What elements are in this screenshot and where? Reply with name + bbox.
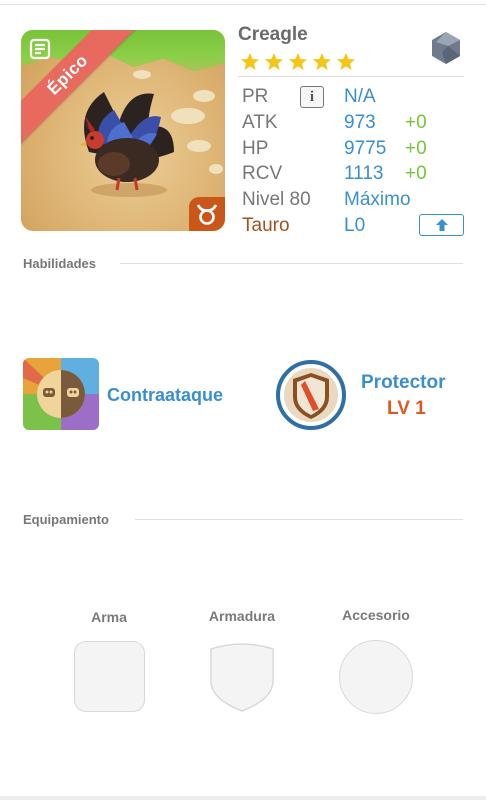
bottom-divider — [0, 796, 486, 800]
atk-bonus: +0 — [405, 112, 427, 133]
background-stone — [133, 70, 151, 79]
star-icon — [265, 53, 283, 70]
weapon-label: Arma — [91, 609, 127, 625]
background-stone — [187, 140, 211, 152]
star-icon — [337, 53, 355, 70]
hp-bonus: +0 — [405, 138, 427, 159]
hp-value: 9775 — [344, 138, 387, 159]
star-icon — [313, 53, 331, 70]
hp-label: HP — [242, 138, 269, 159]
armor-slot[interactable] — [207, 641, 277, 713]
top-divider — [0, 4, 486, 5]
rcv-value: 1113 — [344, 163, 384, 184]
background-stone — [193, 90, 215, 102]
character-portrait[interactable]: Épico — [21, 30, 225, 231]
rcv-bonus: +0 — [405, 163, 427, 184]
zodiac-value: L0 — [344, 215, 366, 236]
pr-value: N/A — [344, 86, 376, 107]
star-icon — [289, 53, 307, 70]
upgrade-button[interactable] — [419, 214, 464, 236]
pr-label: PR — [242, 86, 269, 107]
leader-skill-level: LV 1 — [387, 398, 426, 419]
equipment-divider — [135, 519, 463, 520]
active-skill-name[interactable]: Contraataque — [107, 385, 223, 406]
atk-label: ATK — [242, 112, 278, 133]
armor-label: Armadura — [208, 608, 276, 624]
level-label: Nivel 80 — [242, 189, 311, 210]
accessory-slot[interactable] — [339, 640, 413, 714]
leader-skill-icon[interactable] — [275, 359, 347, 431]
leader-skill-name[interactable]: Protector — [361, 372, 445, 394]
equipment-section-title: Equipamiento — [23, 512, 109, 527]
weapon-slot[interactable] — [74, 641, 145, 712]
document-icon[interactable] — [28, 37, 52, 61]
character-name: Creagle — [238, 24, 308, 45]
star-icon — [241, 53, 259, 70]
level-value: Máximo — [344, 189, 411, 210]
rcv-label: RCV — [242, 163, 283, 184]
skills-section-title: Habilidades — [23, 256, 96, 271]
zodiac-badge — [189, 197, 225, 231]
zodiac-label: Tauro — [242, 215, 290, 236]
arrow-up-icon — [435, 219, 448, 231]
stars-divider — [238, 76, 464, 77]
gem-icon[interactable] — [428, 30, 464, 66]
info-icon[interactable]: i — [300, 86, 324, 108]
accessory-label: Accesorio — [342, 607, 410, 623]
active-skill-icon[interactable] — [23, 358, 99, 430]
star-rating — [240, 52, 356, 72]
turkey-creature-image — [79, 92, 174, 197]
taurus-icon — [196, 204, 218, 225]
atk-value: 973 — [344, 112, 376, 133]
skills-divider — [120, 263, 463, 264]
background-stone — [209, 164, 223, 174]
